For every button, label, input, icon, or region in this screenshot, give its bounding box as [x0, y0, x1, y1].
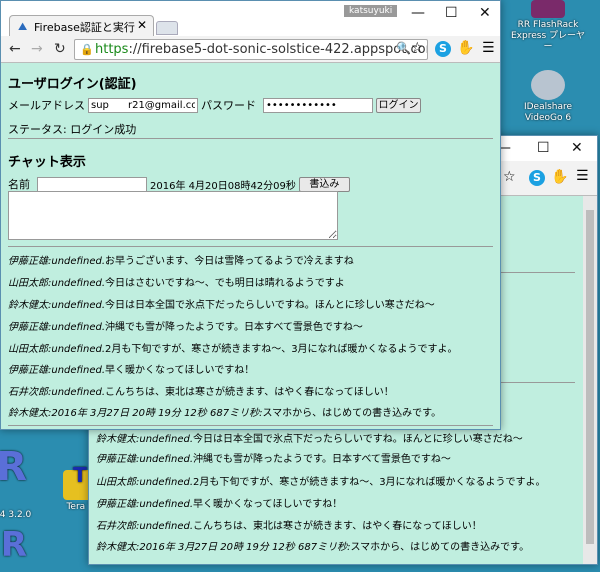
skype-icon[interactable]: S: [529, 170, 545, 186]
zoom-icon[interactable]: 🔍: [396, 41, 411, 55]
firebase-favicon-icon: ⛰: [18, 20, 28, 33]
menu-icon[interactable]: ☰: [482, 40, 495, 56]
bookmark-star-icon[interactable]: ☆: [411, 40, 424, 56]
desktop-icon-r2[interactable]: R: [0, 528, 50, 572]
url-scheme: https: [95, 42, 129, 57]
minimize-button[interactable]: —: [411, 5, 425, 21]
tab-close-icon[interactable]: ✕: [137, 18, 147, 32]
profile-name[interactable]: katsuyuki: [344, 5, 398, 17]
desktop-icon-videogo[interactable]: IDealshare VideoGo 6: [508, 70, 588, 124]
chat-message: 伊藤正雄:undefined.早く暖かくなってほしいですね！: [8, 365, 255, 376]
vertical-scrollbar[interactable]: [583, 196, 597, 564]
desktop-icon-label: RR FlashRack Express プレーヤー: [510, 20, 585, 52]
chat-message: 鈴木健太:undefined.今日は日本全国で氷点下だったらしいですね。ほんとに…: [96, 434, 523, 445]
chat-message: 伊藤正雄:undefined.早く暖かくなってほしいですね！: [96, 499, 343, 510]
close-button[interactable]: ✕: [571, 140, 583, 156]
extension-icon[interactable]: ✋: [457, 40, 474, 56]
maximize-button[interactable]: ☐: [537, 140, 550, 156]
chat-message: 石井次郎:undefined.こんちちは、東北は寒さが続きます、はやく春になって…: [8, 387, 394, 398]
lock-icon: 🔒: [80, 43, 94, 56]
reload-icon[interactable]: ↻: [54, 41, 66, 57]
desktop-icon-label: x64 3.2.0: [0, 510, 32, 520]
login-status: ステータス: ログイン成功: [8, 123, 137, 136]
close-button[interactable]: ✕: [479, 5, 491, 21]
menu-icon[interactable]: ☰: [576, 168, 589, 184]
url-text: ://firebase5-dot-sonic-solstice-422.apps…: [128, 42, 427, 57]
email-field[interactable]: [88, 97, 198, 113]
main-browser-window[interactable]: ⛰ Firebase認証と実行 ✕ katsuyuki — ☐ ✕ ← → ↻ …: [0, 0, 501, 430]
chat-message: 伊藤正雄:undefined.沖縄でも雪が降ったようです。日本すべて雪景色ですね…: [8, 322, 363, 333]
current-datetime: 2016年 4月20日08時42分09秒: [150, 180, 296, 192]
chat-heading: チャット表示: [8, 155, 86, 170]
chat-message: 石井次郎:undefined.こんちちは、東北は寒さが続きます、はやく春になって…: [96, 521, 482, 532]
forward-icon[interactable]: →: [31, 41, 43, 57]
chat-message: 山田太郎:undefined.2月も下旬ですが、寒さが続きますね～、3月になれば…: [96, 477, 546, 488]
bookmark-star-icon[interactable]: ☆: [503, 169, 516, 185]
desktop-icon-label: IDealshare VideoGo 6: [523, 102, 573, 123]
chat-message: 山田太郎:undefined.2月も下旬ですが、寒さが続きますね～、3月になれば…: [8, 344, 458, 355]
chat-message: 鈴木健太:undefined.今日は日本全国で氷点下だったらしいですね。ほんとに…: [8, 300, 435, 311]
extension-icon[interactable]: ✋: [551, 169, 568, 185]
new-tab-button[interactable]: [156, 21, 178, 35]
email-label: メールアドレス: [8, 99, 85, 112]
tab-firebase[interactable]: ⛰ Firebase認証と実行 ✕: [9, 15, 154, 36]
desktop-icon-flashrack[interactable]: RR FlashRack Express プレーヤー: [508, 0, 588, 53]
chat-message: 鈴木健太:2016年 3月27日 20時 19分 12秒 687ミリ秒:スマホか…: [96, 542, 530, 553]
chat-message: 伊藤正雄:undefined.沖縄でも雪が降ったようです。日本すべて雪景色ですね…: [96, 454, 451, 465]
maximize-button[interactable]: ☐: [445, 5, 458, 21]
message-textarea[interactable]: [8, 191, 338, 240]
name-field[interactable]: [37, 176, 147, 192]
password-field[interactable]: [263, 97, 373, 113]
tab-title: Firebase認証と実行: [34, 21, 135, 34]
name-label: 名前: [8, 178, 30, 191]
chat-message: 山田太郎:undefined.今日はさむいですね～、でも明日は晴れるようですよ: [8, 278, 345, 289]
back-icon[interactable]: ←: [9, 41, 21, 57]
address-bar[interactable]: 🔒 https://firebase5-dot-sonic-solstice-4…: [74, 39, 428, 60]
skype-icon[interactable]: S: [435, 41, 451, 57]
login-button[interactable]: ログイン: [376, 97, 421, 113]
chat-message: 鈴木健太:2016年 3月27日 20時 19分 12秒 687ミリ秒:スマホか…: [8, 408, 442, 419]
desktop-icon-r[interactable]: Rx64 3.2.0: [0, 447, 50, 521]
write-button[interactable]: 書込み: [298, 176, 350, 192]
login-heading: ユーザログイン(認証): [8, 77, 137, 92]
chat-message: 伊藤正雄:undefined.お早うございます、今日は雪降ってるようで冷えますね: [8, 256, 354, 267]
password-label: パスワード: [201, 99, 256, 112]
